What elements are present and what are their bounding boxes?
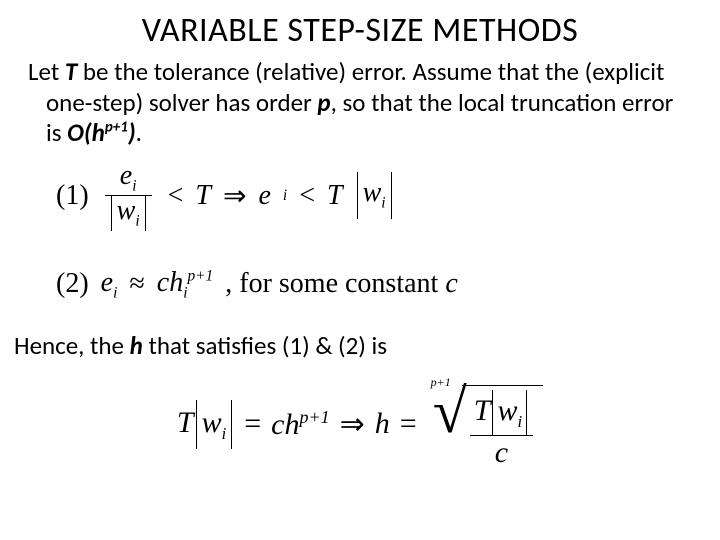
radical-sign: √ [433,381,467,471]
implies-arrow: ⇒ [340,407,365,442]
text: Let [28,56,65,87]
abs-wi: wi [111,196,146,231]
approx-sign: ≈ [129,268,144,300]
sub-i: i [283,187,287,205]
exp-p-plus-1: p+1 [299,407,329,427]
var-w: w [117,195,136,226]
var-c: c [157,267,169,298]
var-w: w [363,177,382,208]
fraction-ei-over-wi: ei wi [105,161,152,231]
slide: VARIABLE STEP-SIZE METHODS Let T be the … [0,0,720,540]
exp-p-plus-1: p+1 [105,119,128,137]
eq-number-1: (1) [56,180,89,212]
var-c: c [445,268,457,299]
text: , for some constant [225,268,445,299]
var-e: e [120,160,132,191]
var-h: h [375,407,390,440]
sub-i: i [135,213,139,230]
var-T: T [177,406,194,439]
var-T: T [327,180,343,212]
less-than: < [299,180,315,212]
abs-wi: wi [357,172,392,219]
period: . [136,117,142,148]
equals-sign: = [400,407,417,441]
var-h: h [169,267,183,298]
sub-i: i [518,412,523,431]
var-h: h [284,408,299,441]
final-equation: Twi = chp+1 ⇒ h = p+1 √ Twi c [0,361,720,469]
fraction-Twi-over-c: Twi c [470,390,533,469]
sub-i: i [183,284,187,301]
hence-line: Hence, the h that satisfies (1) & (2) is [0,302,720,361]
var-w: w [202,406,222,439]
eq-number-2: (2) [56,268,89,300]
sub-i: i [132,177,136,194]
less-than: < [168,180,184,212]
var-e: e [258,180,270,212]
equation-1: (1) ei wi < T ⇒ ei < Twi [0,149,720,231]
root-expression: p+1 √ Twi c [431,379,543,469]
close-paren: ) [128,117,136,148]
exp-p-plus-1: p+1 [187,267,213,284]
text: that satisfies (1) & (2) is [143,330,387,361]
var-c: c [495,436,508,469]
tail-text: , for some constant c [225,268,458,300]
var-p: p [317,87,330,118]
slide-title: VARIABLE STEP-SIZE METHODS [0,0,720,57]
intro-paragraph: Let T be the tolerance (relative) error.… [32,57,720,149]
big-O: O(h [67,117,105,148]
sub-i: i [113,284,117,301]
sub-i: i [381,195,385,212]
var-h: h [130,330,143,361]
abs-wi: wi [492,390,527,435]
var-T: T [195,180,211,212]
sub-i: i [222,424,227,443]
var-w: w [497,394,517,427]
var-c: c [271,408,284,441]
text: Hence, the [14,330,130,361]
var-T: T [474,394,491,427]
abs-wi: wi [196,400,233,449]
equation-2: (2) ei ≈ chip+1 , for some constant c [0,231,720,303]
equals-sign: = [244,407,261,441]
var-e: e [101,267,113,298]
var-T: T [65,56,77,87]
implies-arrow: ⇒ [223,179,246,213]
